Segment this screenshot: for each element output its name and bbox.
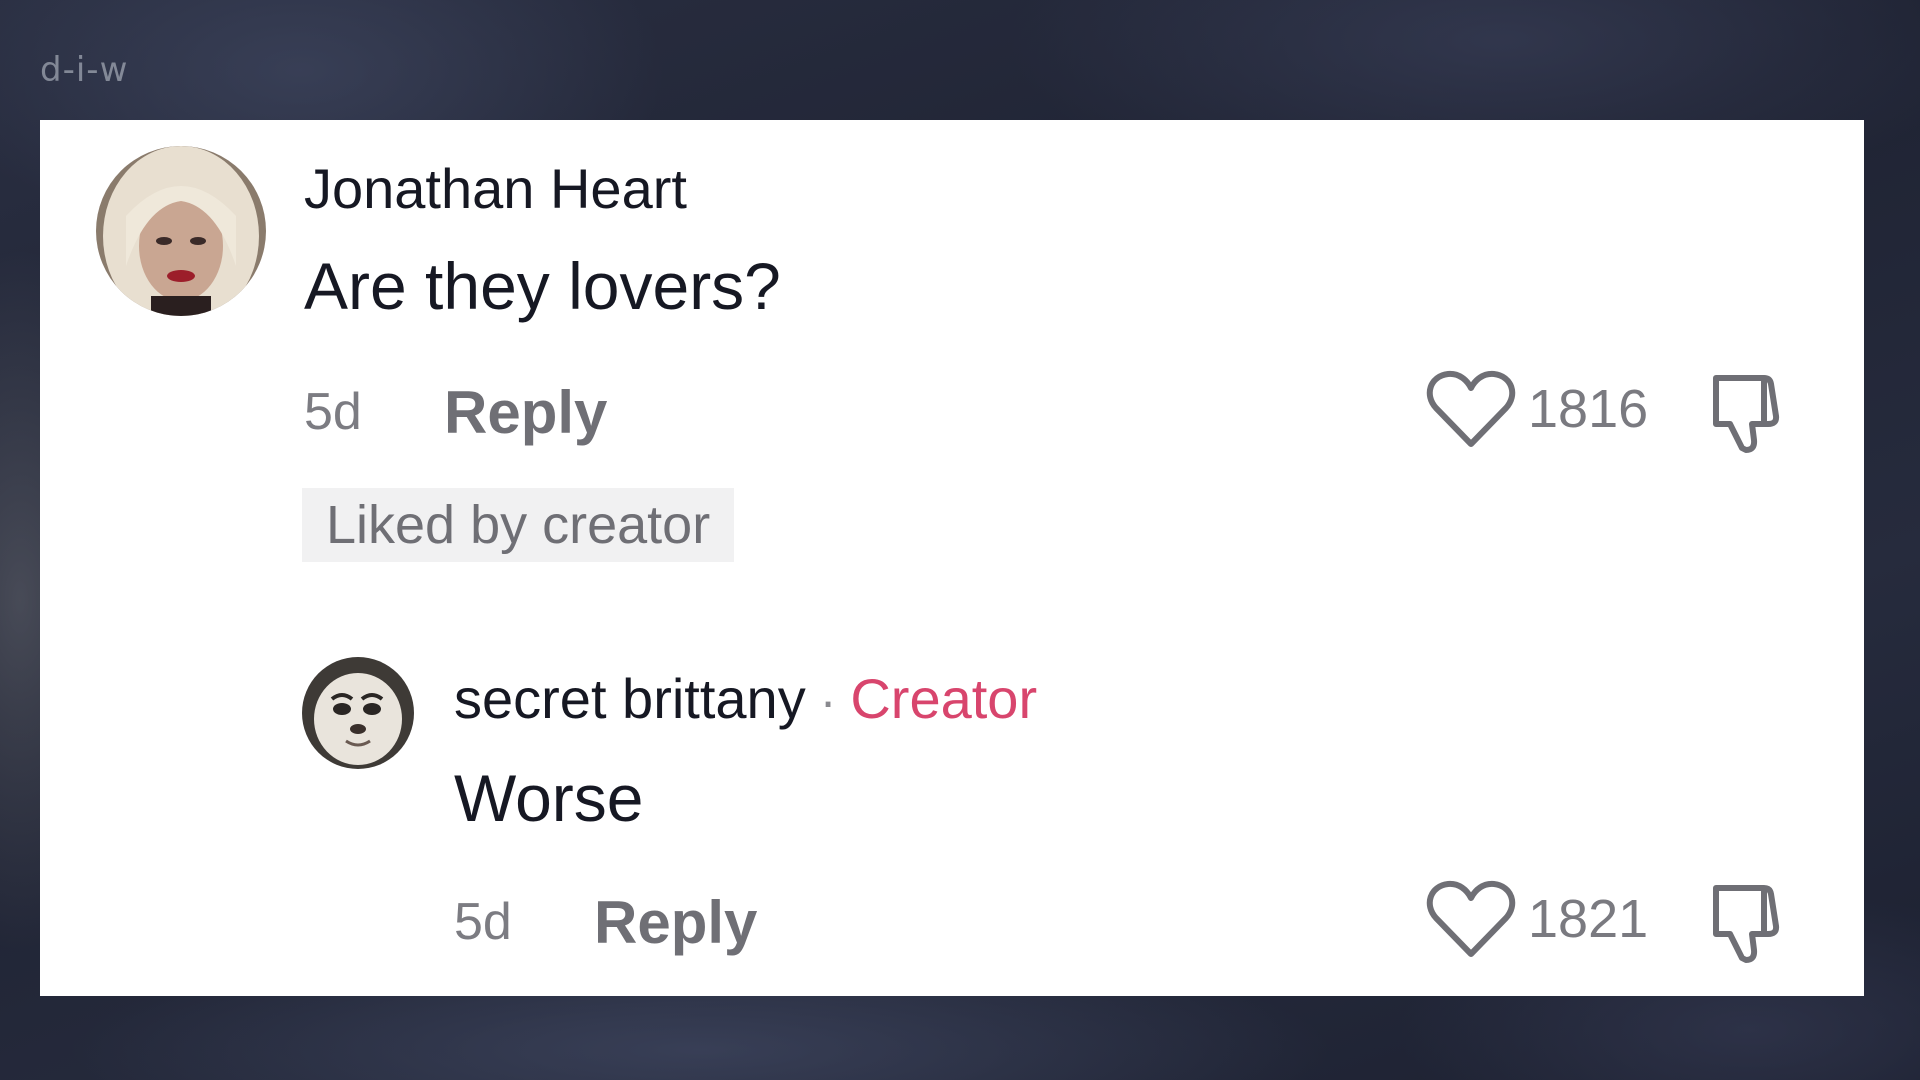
heart-outline-icon	[1426, 880, 1516, 957]
watermark: d-i-w	[40, 50, 129, 90]
like-button[interactable]: 1821	[1426, 878, 1648, 960]
liked-by-creator-badge: Liked by creator	[302, 488, 735, 562]
heart-outline-icon	[1426, 370, 1516, 447]
like-button[interactable]: 1816	[1426, 368, 1648, 450]
comment-age: 5d	[454, 893, 512, 951]
comment-card: Jonathan Heart Are they lovers? 5d Reply…	[40, 120, 1864, 996]
comment-text: Are they lovers?	[304, 249, 781, 323]
like-count: 1816	[1528, 379, 1649, 439]
separator-dot: ·	[819, 673, 837, 729]
thumbs-down-icon[interactable]	[1706, 880, 1790, 964]
reply-header: secret brittany · Creator	[454, 666, 1037, 731]
reply-button[interactable]: Reply	[594, 888, 757, 957]
thumbs-down-icon[interactable]	[1706, 370, 1790, 454]
comment-username[interactable]: Jonathan Heart	[304, 156, 687, 221]
user-avatar-image	[96, 146, 266, 316]
avatar[interactable]	[96, 146, 266, 316]
comment-text: Worse	[454, 761, 644, 835]
creator-tag: Creator	[850, 667, 1038, 730]
user-avatar-image	[302, 657, 414, 769]
comment-username[interactable]: secret brittany	[454, 666, 806, 731]
like-count: 1821	[1528, 889, 1649, 949]
comment-age: 5d	[304, 383, 362, 441]
avatar[interactable]	[302, 657, 414, 769]
reply-button[interactable]: Reply	[444, 378, 607, 447]
